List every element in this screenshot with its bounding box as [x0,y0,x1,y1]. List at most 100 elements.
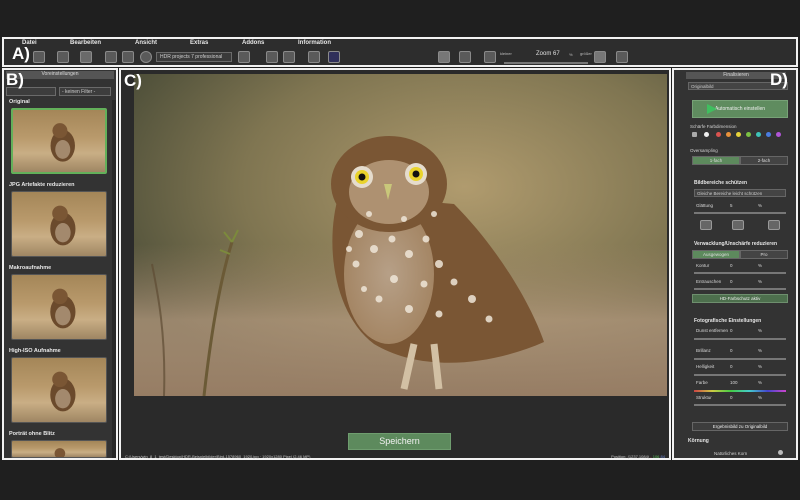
histogram-icon[interactable] [328,51,340,63]
color-dimension-label: Schärfe Farbdimension [690,124,737,129]
grain-toggle-icon[interactable] [778,450,783,455]
color-dot-camera[interactable] [692,132,697,137]
main-photo[interactable] [134,74,667,396]
zoom-out-icon[interactable] [484,51,496,63]
denoise-slider[interactable] [694,288,786,290]
photo-row-value: 0 [730,328,733,333]
menu-information[interactable]: Information [298,40,331,46]
photo-row-4: Struktur 0 % [696,395,776,400]
color-dot-blue[interactable] [766,132,771,137]
photo-row-1: Brillanz 0 % [696,348,776,353]
open-file-icon[interactable] [33,51,45,63]
rotate-icon[interactable] [616,51,628,63]
oversampling-1x[interactable]: 1-fach [692,156,740,165]
save-icon[interactable] [105,51,117,63]
zoom-value: Zoom 67 [536,51,560,57]
color-dot-yellow[interactable] [736,132,741,137]
preset-thumb-makro[interactable] [11,274,107,340]
color-dot-teal[interactable] [756,132,761,137]
photo-row-value: 0 [730,348,733,353]
multi-window-icon[interactable] [80,51,92,63]
compare-button[interactable]: Ergebnisbild zu Originalbild [692,422,788,431]
status-red: - [650,454,652,459]
info-icon[interactable] [308,51,320,63]
status-bar: C:/Users/win_8_1_test/Desktop/HDR-Beispi… [123,454,669,460]
smoothing-unit: % [758,203,763,208]
status-position-label: Position: [611,454,627,459]
noise-tab-pro[interactable]: Pro [740,250,788,259]
print-icon[interactable] [122,51,134,63]
status-pixel-info: Position: (1237,1084) - 106 84 [611,454,665,459]
protect-select[interactable]: Gleiche Bereiche leicht schützen [694,189,786,197]
preset-thumb-jpg[interactable] [11,191,107,257]
preset-label-portrait: Porträt ohne Blitz [9,431,55,437]
smoothing-slider[interactable] [694,212,786,214]
project-select[interactable]: HDR projects 7 professional [156,52,232,62]
owl-thumbnail [54,448,66,457]
batch-icon[interactable] [283,51,295,63]
photo-row-2: Helligkeit 0 % [696,364,776,369]
oversampling-2x[interactable]: 2-fach [740,156,788,165]
mask-camera-icon[interactable] [768,220,780,230]
owl-thumbnail [50,288,76,329]
smoothing-row: Glättung 5 % [696,203,776,208]
preset-thumb-portrait[interactable] [11,440,107,458]
photo-row-value: 100 [730,380,738,385]
layout-icon[interactable] [238,51,250,63]
color-dot-purple[interactable] [776,132,781,137]
color-dot-red[interactable] [716,132,721,137]
menu-extras[interactable]: Extras [190,40,208,46]
grain-value[interactable]: Natürliches Korn [714,451,747,456]
color-dot-white[interactable] [704,132,709,137]
brush-remove-icon[interactable] [732,220,744,230]
callout-b: B) [6,70,24,89]
haze-slider[interactable] [694,338,786,340]
structure-slider[interactable] [694,404,786,406]
contour-row: Kontur 0 % [696,263,776,268]
zoom-slider[interactable] [504,62,588,64]
color-dot-green[interactable] [746,132,751,137]
photo-row-label: Brillanz [696,348,711,353]
save-button[interactable]: Speichern [348,433,451,450]
brilliance-slider[interactable] [694,358,786,360]
presets-scrollbar[interactable] [112,100,116,458]
noise-section-label: Verwacklung/Unschärfe reduzieren [694,241,778,247]
contour-label: Kontur [696,263,710,268]
finalize-panel: Finalisieren Originalbild Automatisch ei… [672,68,798,460]
preset-filter-select[interactable]: - keinen Filter - [59,87,111,96]
owl-photo [134,74,667,396]
document-icon[interactable] [266,51,278,63]
photo-row-label: Helligkeit [696,364,715,369]
photo-row-0: Dunst entfernen 0 % [696,328,776,333]
menu-ansicht[interactable]: Ansicht [135,40,157,46]
color-dot-orange[interactable] [726,132,731,137]
menu-addons[interactable]: Addons [242,40,264,46]
zoom-in-icon[interactable] [594,51,606,63]
brightness-slider[interactable] [694,374,786,376]
status-file-path: C:/Users/win_8_1_test/Desktop/HDR-Beispi… [125,454,311,459]
callout-d: D) [770,70,788,89]
photo-section-label: Fotografische Einstellungen [694,318,762,324]
owl-thumbnail [50,123,75,162]
photo-row-3: Farbe 100 % [696,380,776,385]
status-green: 106 [652,454,660,459]
split-view-icon[interactable] [438,51,450,63]
copy-icon[interactable] [57,51,69,63]
contour-slider[interactable] [694,272,786,274]
photo-row-unit: % [758,364,763,369]
color-slider[interactable] [694,390,786,392]
denoise-label: Entrauschen [696,279,722,284]
preset-label-highiso: High-ISO Aufnahme [9,348,61,354]
share-icon[interactable] [140,51,152,63]
menu-bearbeiten[interactable]: Bearbeiten [70,40,101,46]
noise-tab-balanced[interactable]: Ausgewogen [692,250,740,259]
hd-color-protect-button[interactable]: HD-Farbschutz aktiv [692,294,788,303]
preset-thumb-highiso[interactable] [11,357,107,423]
photo-row-label: Farbe [696,380,708,385]
auto-adjust-button[interactable]: Automatisch einstellen [692,100,788,118]
preset-thumb-original[interactable] [11,108,107,174]
swap-view-icon[interactable] [459,51,471,63]
photo-row-value: 0 [730,395,733,400]
zoom-percent: % [569,52,573,57]
brush-add-icon[interactable] [700,220,712,230]
